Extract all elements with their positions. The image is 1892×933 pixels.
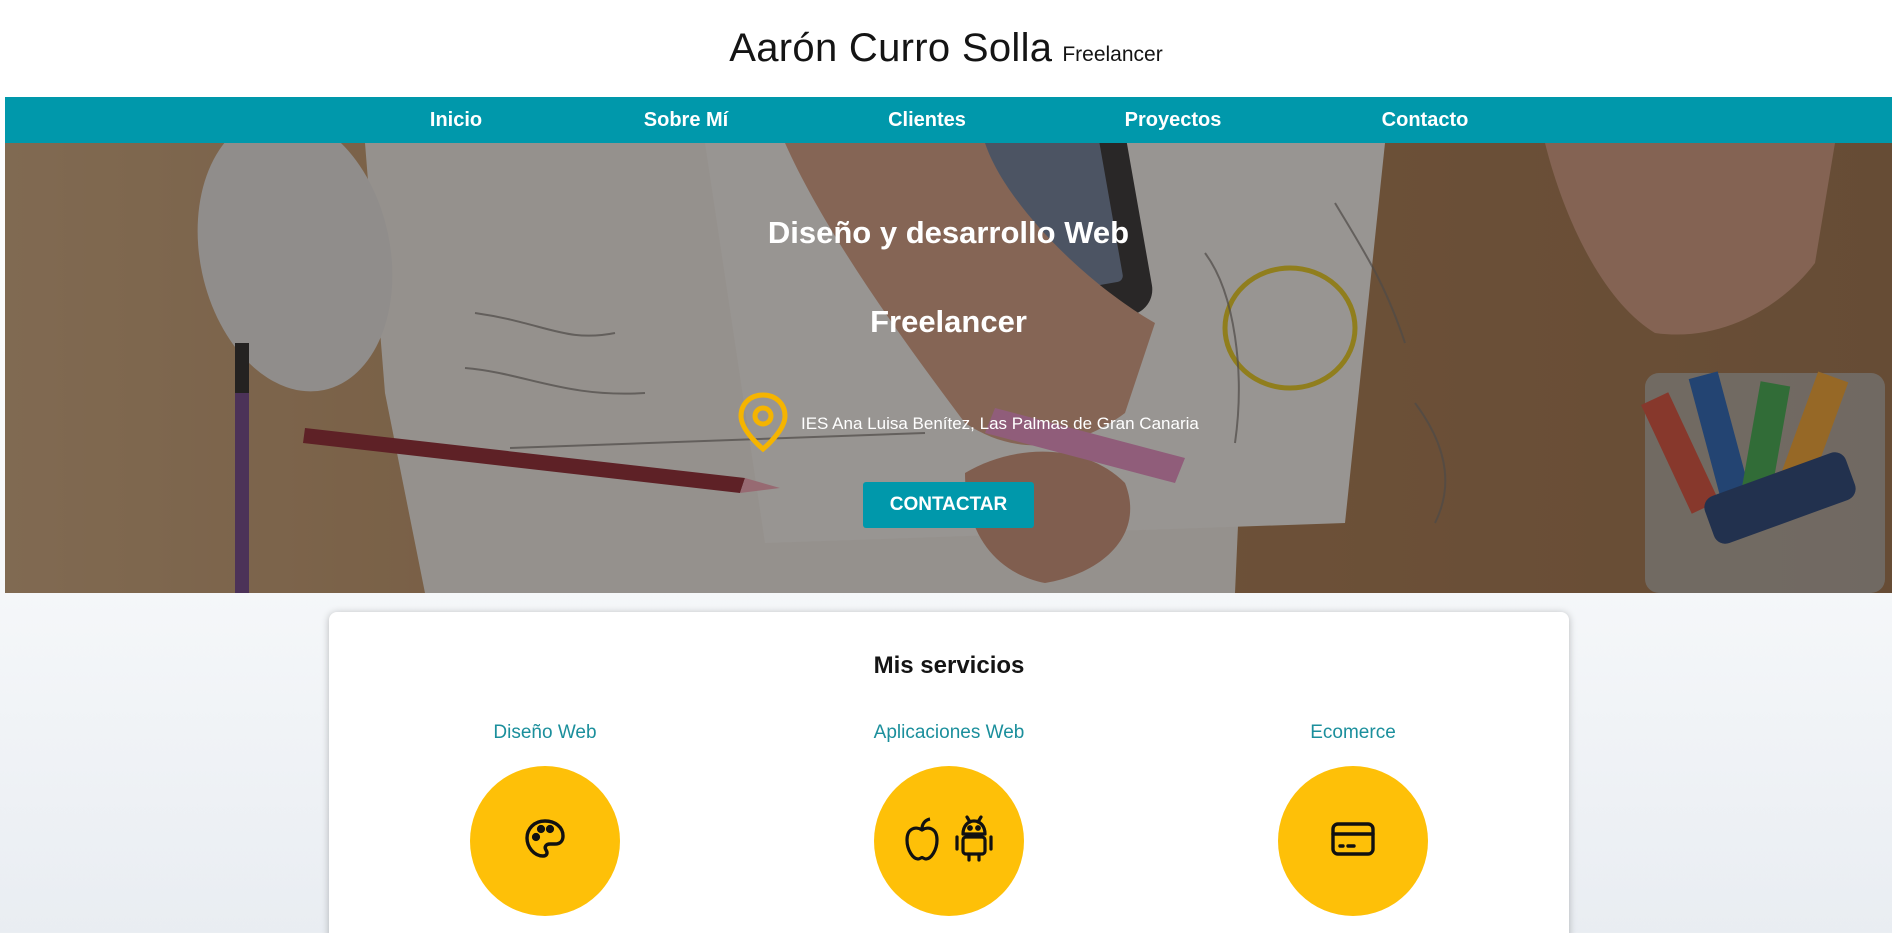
nav-item-inicio[interactable]: Inicio (430, 97, 482, 143)
location-text: IES Ana Luisa Benítez, Las Palmas de Gra… (801, 414, 1199, 433)
site-tagline: Freelancer (1062, 43, 1163, 66)
apple-icon (902, 816, 942, 867)
main-nav: Inicio Sobre Mí Clientes Proyectos Conta… (5, 97, 1892, 143)
service-title[interactable]: Ecomerce (1203, 722, 1503, 744)
brand: Aarón Curro Solla Freelancer (729, 26, 1162, 71)
hero-location: IES Ana Luisa Benítez, Las Palmas de Gra… (735, 391, 1199, 458)
palette-icon (521, 815, 569, 868)
android-icon (952, 814, 996, 868)
service-circle (470, 766, 620, 916)
services-card: Mis servicios Diseño Web Aplicaciones We… (329, 612, 1569, 933)
map-pin-icon (735, 391, 791, 458)
hero-subtitle: Freelancer (870, 304, 1027, 339)
service-item-diseno-web: Diseño Web (395, 722, 695, 916)
site-header: Aarón Curro Solla Freelancer (0, 0, 1892, 97)
nav-item-sobre-mi[interactable]: Sobre Mí (644, 97, 728, 143)
hero-section: Diseño y desarrollo Web Freelancer IES A… (5, 143, 1892, 593)
hero-title: Diseño y desarrollo Web (767, 215, 1130, 250)
service-circle (874, 766, 1024, 916)
service-item-aplicaciones-web: Aplicaciones Web (799, 722, 1099, 916)
site-title: Aarón Curro Solla (729, 26, 1053, 70)
contact-button[interactable]: CONTACTAR (863, 482, 1034, 528)
services-title: Mis servicios (873, 652, 1025, 679)
nav-item-proyectos[interactable]: Proyectos (1125, 97, 1222, 143)
nav-item-clientes[interactable]: Clientes (888, 97, 966, 143)
service-title[interactable]: Aplicaciones Web (799, 722, 1099, 744)
credit-card-icon (1329, 819, 1377, 864)
service-item-ecomerce: Ecomerce (1203, 722, 1503, 916)
service-title[interactable]: Diseño Web (395, 722, 695, 744)
nav-item-contacto[interactable]: Contacto (1382, 97, 1469, 143)
service-circle (1278, 766, 1428, 916)
